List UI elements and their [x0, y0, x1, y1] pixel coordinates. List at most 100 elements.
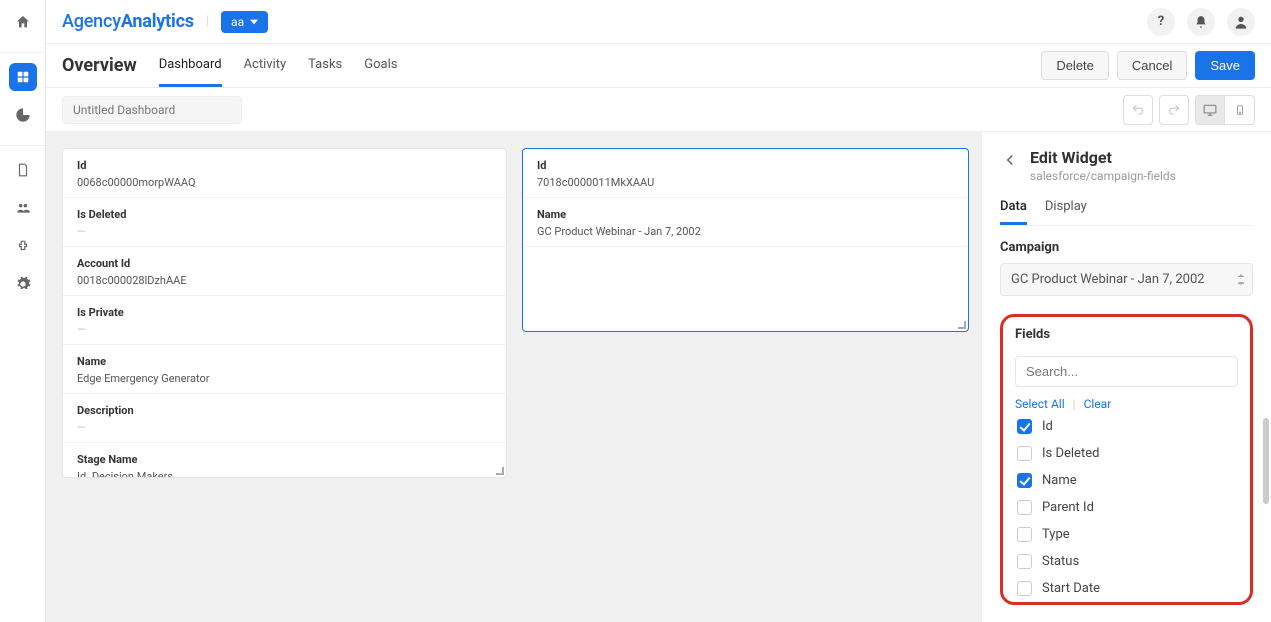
settings-icon[interactable]	[9, 270, 37, 298]
field-checkbox-label: Id	[1042, 419, 1053, 434]
checkbox-icon[interactable]	[1017, 419, 1032, 434]
panel-tab-display[interactable]: Display	[1045, 199, 1087, 225]
mobile-view-icon[interactable]	[1225, 95, 1255, 125]
field-value: 7018c0000011MkXAAU	[537, 176, 954, 189]
dashboard-toolbar: Untitled Dashboard	[46, 88, 1271, 132]
panel-subtitle: salesforce/campaign-fields	[1030, 169, 1176, 183]
checkbox-icon[interactable]	[1017, 554, 1032, 569]
users-icon[interactable]	[9, 194, 37, 222]
panel-tabs: Data Display	[1000, 199, 1253, 226]
widget-opportunity-fields[interactable]: Id0068c00000morpWAAQIs Deleted—Account I…	[62, 148, 507, 478]
field-value: 0068c00000morpWAAQ	[77, 176, 492, 189]
brand-part2: Analytics	[121, 11, 194, 32]
field-label: Id	[537, 159, 954, 172]
brand-part1: Agency	[62, 11, 121, 32]
field-row: Is Private —	[63, 296, 506, 345]
field-checkbox-item[interactable]: Status	[1017, 554, 1238, 569]
desktop-view-icon[interactable]	[1195, 95, 1225, 125]
resize-handle[interactable]	[958, 321, 968, 331]
field-row: NameGC Product Webinar - Jan 7, 2002	[523, 198, 968, 247]
field-checkbox-label: Parent Id	[1042, 500, 1094, 515]
chevron-down-icon	[250, 19, 258, 25]
page-scrollbar[interactable]	[1263, 418, 1269, 504]
home-icon[interactable]	[9, 8, 37, 36]
checkbox-icon[interactable]	[1017, 581, 1032, 596]
field-value: GC Product Webinar - Jan 7, 2002	[537, 225, 954, 238]
panel-tab-data[interactable]: Data	[1000, 199, 1027, 225]
left-rail	[0, 0, 46, 622]
back-icon[interactable]	[1000, 150, 1020, 170]
dashboard-canvas: Id0068c00000morpWAAQIs Deleted—Account I…	[46, 132, 981, 622]
divider: |	[1073, 397, 1076, 411]
field-value: Id. Decision Makers	[77, 470, 492, 477]
field-checkbox-label: Is Deleted	[1042, 446, 1099, 461]
cancel-button[interactable]: Cancel	[1117, 51, 1187, 80]
field-label: Description	[77, 404, 492, 417]
fields-highlight-box: Fields Select All | Clear Id Is Deleted Na…	[1000, 314, 1253, 605]
field-value: 0018c000028lDzhAAE	[77, 274, 492, 287]
tab-dashboard[interactable]: Dashboard	[159, 44, 222, 87]
field-value: —	[77, 323, 492, 336]
campaign-select-value: GC Product Webinar - Jan 7, 2002	[1011, 272, 1205, 287]
dashboards-icon[interactable]	[9, 63, 37, 91]
redo-icon[interactable]	[1159, 95, 1189, 125]
undo-icon[interactable]	[1123, 95, 1153, 125]
widget-campaign-fields[interactable]: Id 7018c0000011MkXAAU NameGC Product Webin…	[522, 148, 969, 332]
field-row: Stage Name Id. Decision Makers	[63, 443, 506, 477]
field-row: Description —	[63, 394, 506, 443]
profile-avatar[interactable]	[1227, 8, 1255, 36]
edit-widget-panel: Edit Widget salesforce/campaign-fields D…	[981, 132, 1271, 622]
field-checkbox-label: Type	[1042, 527, 1070, 542]
field-row: Name Edge Emergency Generator	[63, 345, 506, 394]
field-row: Account Id 0018c000028lDzhAAE	[63, 247, 506, 296]
field-checkbox-item[interactable]: Type	[1017, 527, 1238, 542]
tab-activity[interactable]: Activity	[244, 44, 287, 87]
analytics-icon[interactable]	[9, 101, 37, 129]
field-row: Is Deleted—	[63, 198, 506, 247]
help-icon[interactable]: ?	[1147, 8, 1175, 36]
field-checkbox-item[interactable]: Parent Id	[1017, 500, 1238, 515]
field-checkbox-label: Status	[1042, 554, 1079, 569]
topbar: AgencyAnalytics | aa ?	[46, 0, 1271, 44]
field-label: Id	[77, 159, 492, 172]
page-title: Overview	[62, 55, 137, 76]
divider: |	[206, 14, 209, 29]
field-value: Edge Emergency Generator	[77, 372, 492, 385]
integrations-icon[interactable]	[9, 232, 37, 260]
delete-button[interactable]: Delete	[1041, 51, 1109, 80]
field-checkbox-item[interactable]: Id	[1017, 419, 1238, 434]
field-label: Account Id	[77, 257, 492, 270]
field-checkbox-item[interactable]: Is Deleted	[1017, 446, 1238, 461]
resize-handle[interactable]	[496, 467, 506, 477]
workspace-label: aa	[231, 15, 244, 29]
fields-section-label: Fields	[1015, 327, 1238, 342]
checkbox-icon[interactable]	[1017, 500, 1032, 515]
field-row: Id 7018c0000011MkXAAU	[523, 149, 968, 198]
checkbox-icon[interactable]	[1017, 473, 1032, 488]
brand-logo: AgencyAnalytics	[62, 11, 194, 32]
select-all-link[interactable]: Select All	[1015, 397, 1065, 411]
campaign-section-label: Campaign	[1000, 240, 1253, 255]
save-button[interactable]: Save	[1195, 51, 1255, 80]
clear-link[interactable]: Clear	[1084, 397, 1112, 411]
campaign-select[interactable]: GC Product Webinar - Jan 7, 2002	[1000, 263, 1253, 296]
field-label: Is Private	[77, 306, 492, 319]
tab-tasks[interactable]: Tasks	[308, 44, 342, 87]
field-row: Id 0068c00000morpWAAQ	[63, 149, 506, 198]
notifications-icon[interactable]	[1187, 8, 1215, 36]
field-label: Is Deleted	[77, 208, 492, 221]
tab-goals[interactable]: Goals	[364, 44, 397, 87]
main-tabs: Dashboard Activity Tasks Goals	[159, 44, 398, 87]
reports-icon[interactable]	[9, 156, 37, 184]
field-checkbox-item[interactable]: Name	[1017, 473, 1238, 488]
field-value: —	[77, 421, 492, 434]
checkbox-icon[interactable]	[1017, 527, 1032, 542]
field-label: Name	[77, 355, 492, 368]
field-checkbox-item[interactable]: Start Date	[1017, 581, 1238, 596]
dashboard-name-input[interactable]: Untitled Dashboard	[62, 96, 242, 124]
workspace-switcher[interactable]: aa	[221, 11, 268, 33]
field-label: Stage Name	[77, 453, 492, 466]
checkbox-icon[interactable]	[1017, 446, 1032, 461]
field-checkbox-label: Start Date	[1042, 581, 1100, 596]
fields-search-input[interactable]	[1015, 356, 1238, 387]
